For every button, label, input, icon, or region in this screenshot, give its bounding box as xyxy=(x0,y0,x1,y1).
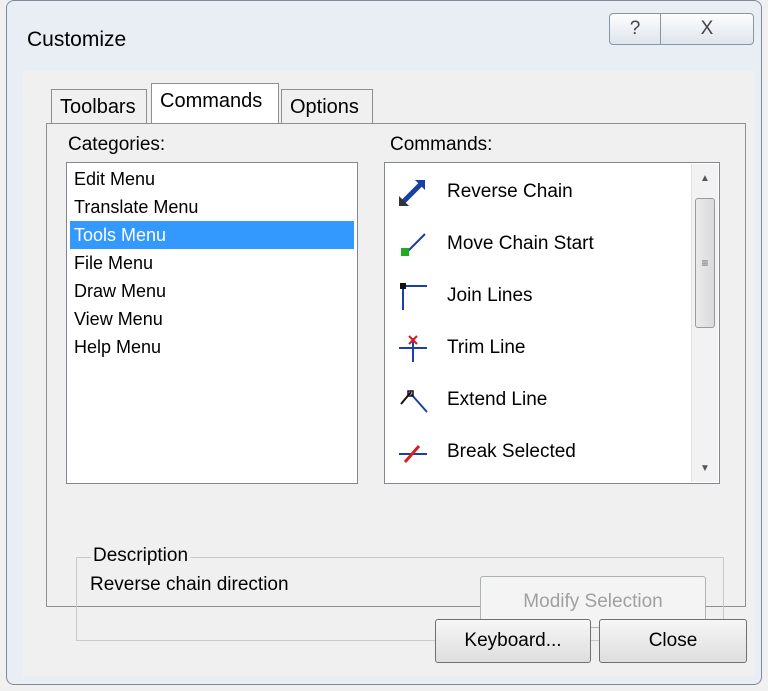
customize-dialog: Customize ? X Toolbars Commands Options … xyxy=(6,0,762,685)
dialog-title: Customize xyxy=(27,28,127,51)
command-item[interactable]: Break Selected xyxy=(389,426,576,478)
list-item[interactable]: View Menu xyxy=(70,305,354,333)
command-label: Trim Line xyxy=(447,337,526,358)
command-label: Join Lines xyxy=(447,285,533,306)
list-item[interactable]: File Menu xyxy=(70,249,354,277)
close-button[interactable]: Close xyxy=(599,619,747,663)
trim-line-icon xyxy=(395,330,431,366)
categories-label: Categories: xyxy=(68,134,166,155)
join-lines-icon xyxy=(395,278,431,314)
break-selected-icon xyxy=(395,434,431,470)
command-item[interactable]: Trim Line xyxy=(389,322,525,374)
command-item[interactable]: Extend Line xyxy=(389,374,547,426)
command-item[interactable]: Move Chain Start xyxy=(389,218,594,270)
commands-panel: Categories: Edit Menu Translate Menu Too… xyxy=(46,123,746,641)
command-label: Break Selected xyxy=(447,441,576,462)
dialog-body: Toolbars Commands Options Categories: Ed… xyxy=(23,71,755,676)
tab-label: Options xyxy=(290,96,359,118)
command-label: Reverse Chain xyxy=(447,181,573,202)
list-item[interactable]: Help Menu xyxy=(70,333,354,361)
scroll-up-arrow-icon[interactable]: ▲ xyxy=(692,166,718,190)
scroll-down-arrow-icon[interactable]: ▼ xyxy=(692,456,718,480)
tab-label: Commands xyxy=(160,90,263,112)
list-item-selected[interactable]: Tools Menu xyxy=(70,221,354,249)
tab-options[interactable]: Options xyxy=(281,89,373,123)
keyboard-button[interactable]: Keyboard... xyxy=(435,619,591,663)
command-label: Extend Line xyxy=(447,389,548,410)
description-title: Description xyxy=(91,545,191,567)
commands-scrollbar[interactable]: ▲ ≡ ▼ xyxy=(691,164,718,482)
categories-list[interactable]: Edit Menu Translate Menu Tools Menu File… xyxy=(66,162,358,484)
description-text: Reverse chain direction xyxy=(90,574,289,595)
help-button[interactable]: ? xyxy=(609,13,661,45)
close-window-button[interactable]: X xyxy=(660,13,754,45)
command-label: Move Chain Start xyxy=(447,233,594,254)
reverse-chain-icon xyxy=(395,174,431,210)
list-item[interactable]: Translate Menu xyxy=(70,193,354,221)
close-icon: X xyxy=(700,18,714,39)
list-item[interactable]: Draw Menu xyxy=(70,277,354,305)
move-chain-start-icon xyxy=(395,226,431,262)
tab-label: Toolbars xyxy=(60,96,136,118)
commands-list[interactable]: Reverse Chain Move Chain Start Join Line… xyxy=(384,162,720,484)
commands-label: Commands: xyxy=(390,134,493,155)
extend-line-icon xyxy=(395,382,431,418)
tab-toolbars[interactable]: Toolbars xyxy=(51,89,147,123)
help-icon: ? xyxy=(629,18,641,39)
command-item[interactable]: Reverse Chain xyxy=(389,166,573,218)
scroll-thumb[interactable]: ≡ xyxy=(695,198,715,328)
list-item[interactable]: Edit Menu xyxy=(70,165,354,193)
tab-commands[interactable]: Commands xyxy=(151,83,279,123)
command-item[interactable]: Join Lines xyxy=(389,270,533,322)
